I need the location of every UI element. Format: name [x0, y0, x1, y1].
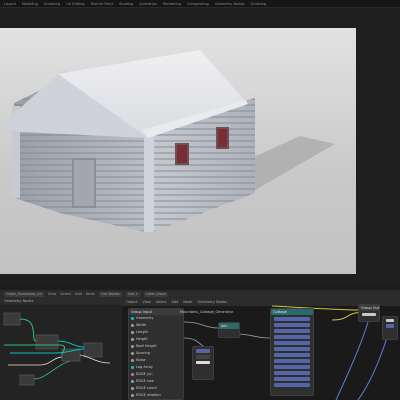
group-output-node[interactable]: Group Output	[358, 304, 380, 322]
cottage-node-field	[274, 335, 310, 339]
menu-view[interactable]: View	[48, 292, 56, 296]
left-node-graph	[3, 312, 111, 386]
node-breadcrumb: Mountains_Cottage_Generator	[180, 310, 234, 314]
input-row-edge-count: EDGE count	[129, 385, 183, 392]
menu-add[interactable]: Add	[75, 292, 82, 296]
input-row-noise: Noise	[129, 357, 183, 364]
cottage-node-field	[274, 359, 310, 363]
group-output-title: Group Output	[359, 305, 380, 311]
cottage-node-field	[274, 353, 310, 357]
node-group-name[interactable]: Cabin_Generator_V4	[4, 291, 44, 297]
slot-selector[interactable]: Slot 1	[125, 291, 140, 297]
mini-node-field	[196, 349, 210, 353]
input-row-edge-size: EDGE size	[129, 378, 183, 385]
menu-node[interactable]: Node	[86, 292, 95, 296]
input-row-log-array: Log Array	[129, 364, 183, 371]
tab-rendering[interactable]: Rendering	[163, 2, 181, 6]
cottage-node-field	[274, 365, 310, 369]
tab-uv-editing[interactable]: UV Editing	[66, 2, 84, 6]
input-row-spacing: Spacing	[129, 350, 183, 357]
input-row-edge-rotation: EDGE rotation	[129, 392, 183, 399]
tab-animation[interactable]: Animation	[139, 2, 157, 6]
workspace-tabs: Layout Modeling Sculpting UV Editing Tex…	[0, 0, 400, 8]
cottage-node-field	[274, 323, 310, 327]
input-row-geometry: Geometry	[129, 315, 183, 322]
cottage-node-field	[274, 329, 310, 333]
join-node[interactable]: Join	[218, 322, 240, 338]
3d-viewport[interactable]	[0, 28, 356, 274]
cottage-node-field	[274, 347, 310, 351]
mini-node-field-3	[196, 361, 210, 364]
input-row-length: Length	[129, 329, 183, 336]
tab-shading[interactable]: Shading	[119, 2, 133, 6]
left-editor-header: Geometry Nodes	[0, 298, 122, 305]
cottage-node-field	[274, 371, 310, 375]
side-node[interactable]	[382, 316, 398, 340]
side-node-field-2	[386, 324, 394, 328]
cottage-node-field	[274, 383, 310, 387]
editor-header: Cabin_Generator_V4 View Select Add Node …	[0, 290, 400, 298]
cottage-node-field	[274, 341, 310, 345]
mini-node-field-2	[196, 355, 210, 359]
cottage-node-field	[274, 377, 310, 381]
tab-geometry-nodes[interactable]: Geometry Nodes	[215, 2, 245, 6]
input-row-width: Width	[129, 322, 183, 329]
join-node-title: Join	[219, 323, 239, 329]
group-input-node[interactable]: Group Input Geometry Width Length Height…	[128, 308, 184, 400]
tab-modeling[interactable]: Modeling	[22, 2, 38, 6]
cabin-render	[0, 50, 335, 233]
input-row-roof-height: Roof Height	[129, 343, 183, 350]
cottage-node-field	[274, 317, 310, 321]
input-row-edge-yn: EDGE y/n	[129, 371, 183, 378]
side-node-field	[386, 319, 394, 322]
tab-texture-paint[interactable]: Texture Paint	[90, 2, 113, 6]
group-output-field	[362, 313, 376, 316]
tab-scripting[interactable]: Scripting	[250, 2, 266, 6]
use-nodes-toggle[interactable]: Use Nodes	[98, 291, 122, 297]
menu-select[interactable]: Select	[60, 292, 71, 296]
mini-node[interactable]	[192, 346, 214, 380]
material-selector[interactable]: Cabin_Base	[143, 291, 168, 297]
tab-sculpting[interactable]: Sculpting	[44, 2, 60, 6]
tab-compositing[interactable]: Compositing	[187, 2, 209, 6]
tab-layout[interactable]: Layout	[4, 2, 16, 6]
main-node-editor[interactable]: Object View Select Add Node Geometry Nod…	[122, 298, 400, 400]
left-node-editor[interactable]: Geometry Nodes	[0, 298, 122, 400]
input-row-height: Height	[129, 336, 183, 343]
cottage-node[interactable]: Cottage	[270, 308, 314, 396]
cottage-node-title: Cottage	[271, 309, 313, 315]
